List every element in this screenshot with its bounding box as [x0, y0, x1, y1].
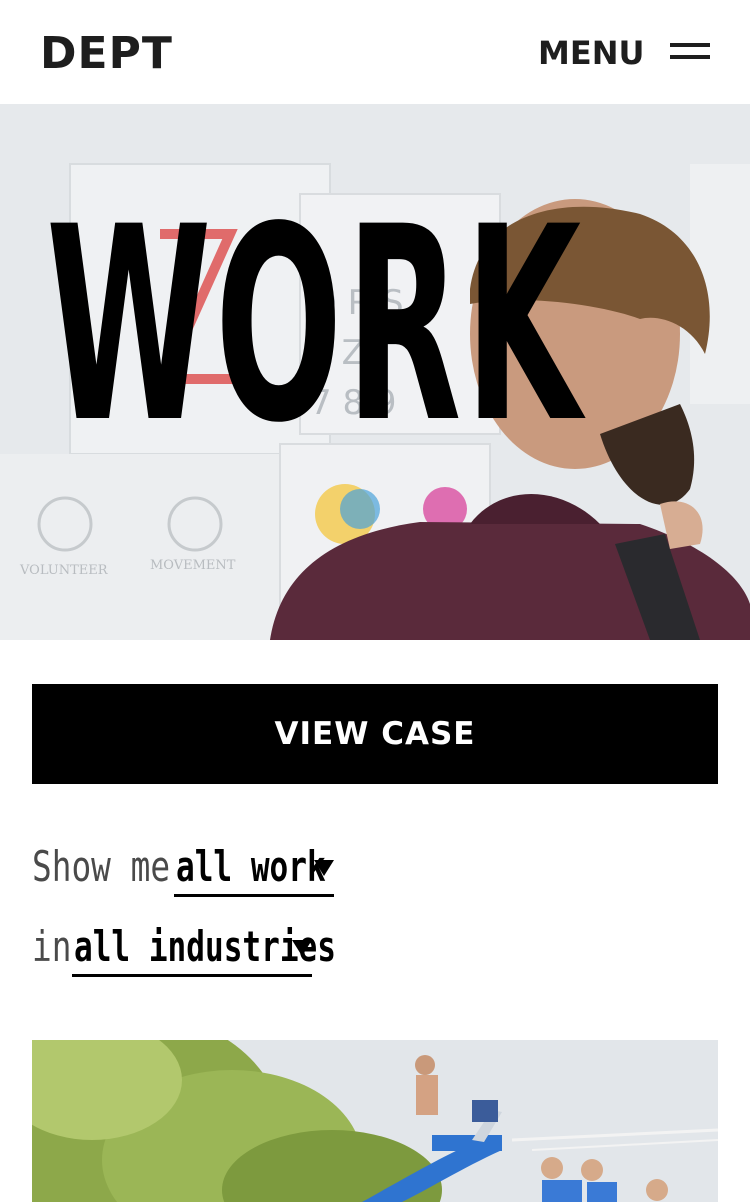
hero-banner: O R S Y Z 7 8 9 VOLUNTEER MOVEMENT WORK: [0, 104, 750, 640]
caret-down-icon: [292, 940, 312, 956]
caret-down-icon: [314, 860, 334, 876]
menu-label[interactable]: MENU: [538, 33, 644, 73]
case-thumbnail[interactable]: [32, 1040, 718, 1202]
hamburger-line: [670, 43, 710, 47]
site-header: DEPT MENU: [0, 0, 750, 104]
logo[interactable]: DEPT: [40, 28, 173, 80]
page: DEPT MENU O R S Y Z 7 8 9 VOLUNTEER MOVE…: [0, 0, 750, 1202]
svg-text:MOVEMENT: MOVEMENT: [150, 558, 236, 573]
hero-title: WORK: [46, 170, 585, 482]
hamburger-line: [670, 55, 710, 59]
case-photo: [32, 1040, 718, 1202]
work-type-select[interactable]: all work: [174, 838, 334, 897]
filter-label-in: in: [32, 922, 72, 971]
filter-label-show-me: Show me: [32, 842, 171, 891]
work-type-value: all work: [176, 842, 326, 891]
hamburger-icon[interactable]: [668, 40, 712, 64]
industry-select[interactable]: all industries: [72, 918, 336, 977]
view-case-button[interactable]: VIEW CASE: [32, 684, 718, 784]
svg-text:VOLUNTEER: VOLUNTEER: [19, 563, 109, 578]
